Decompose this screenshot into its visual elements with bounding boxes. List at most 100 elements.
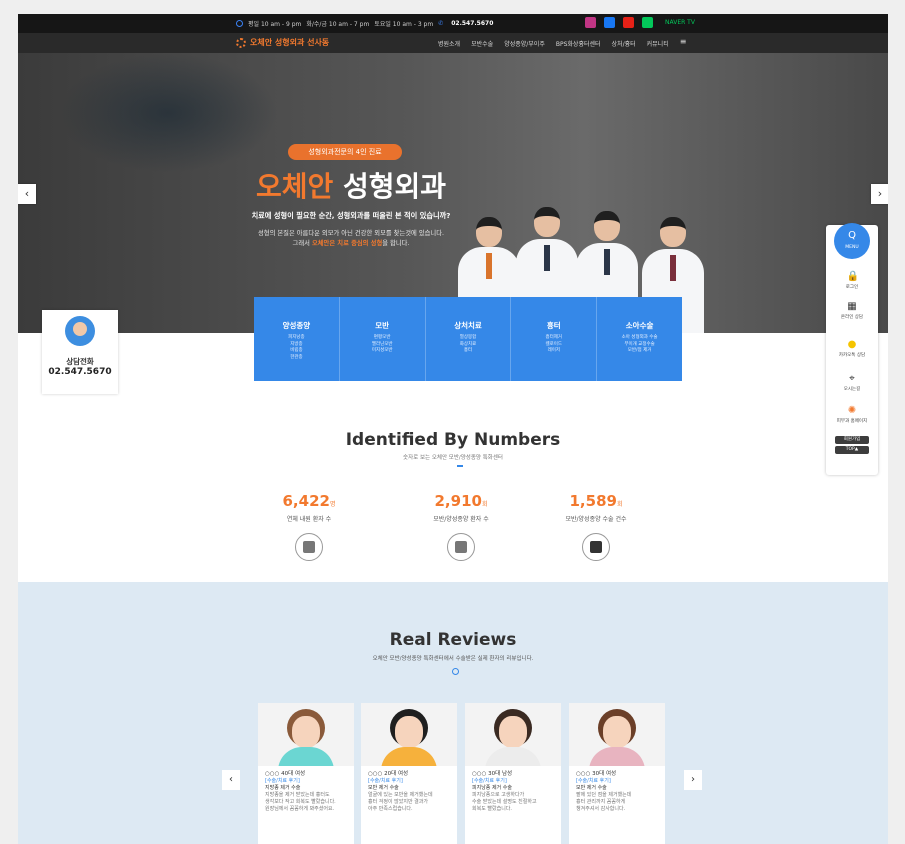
doctor-head	[660, 217, 686, 247]
category-nevus[interactable]: 모반 편평모반 멜라닌모반 미지성모반	[340, 297, 426, 381]
blog-icon[interactable]	[642, 17, 653, 28]
doctor-tie	[604, 249, 610, 275]
login-link[interactable]: 🔒 로그인	[826, 271, 878, 290]
reviewer-face	[292, 716, 320, 748]
logo[interactable]: 오체안 성형외과 선사동	[236, 37, 329, 48]
reviewer-body	[589, 747, 645, 766]
hero-prev-button[interactable]: ‹	[18, 184, 36, 204]
reviewer-body	[485, 747, 541, 766]
quick-menu: Q MENU 🔒 로그인 ▦ 온라인 상담 ● 카카오톡 상담 ⌖ 오시는길 ✺ 피부과 홈…	[826, 223, 878, 475]
review-text-line: 생각보다 작고 회복도 빨랐습니다.	[265, 799, 336, 805]
nav-item-bps[interactable]: BPS화상흉터센터	[556, 39, 601, 48]
review-text-line: 흉터 걱정이 많았지만 결과가	[368, 799, 428, 805]
category-item: 한관종	[290, 354, 303, 360]
main-menu: 병원소개 모반수술 양성종양/부이주 BPS화상흉터센터 상처/흉터 커뮤니티 …	[438, 38, 687, 49]
category-scar[interactable]: 흉터 흉터제거 켈로이드 레이저	[511, 297, 598, 381]
reviewer-illustration	[465, 703, 561, 766]
hero-desc-accent: 오체안은 치료 중심의 성형	[311, 240, 383, 247]
reviewer-name: ○○○ 40대 여성	[265, 771, 306, 777]
nav-item-about[interactable]: 병원소개	[438, 39, 460, 48]
hours-midweek: 화/수/금 10 am - 7 pm	[306, 21, 370, 28]
review-body: ○○○ 40대 여성 [수술/치료 후기] 지방종 제거 수술 지방종을 제거 받았는…	[258, 766, 354, 818]
stat-surgeries: 1,589회 모반/양성종양 수술 건수	[526, 492, 666, 561]
review-text-line: 팔에 있던 점을 제거했는데	[576, 792, 632, 798]
circle-icon	[452, 668, 459, 675]
instagram-icon[interactable]	[585, 17, 596, 28]
consultant-avatar	[65, 316, 95, 346]
review-procedure: 모반 제거 수술	[368, 785, 399, 791]
menu-icon: Q	[848, 230, 856, 241]
derma-homepage-link[interactable]: ✺ 피부과 홈페이지	[826, 405, 878, 424]
review-card[interactable]: ○○○ 40대 여성 [수술/치료 후기] 지방종 제거 수술 지방종을 제거 받았는…	[258, 703, 354, 844]
nav-item-scar[interactable]: 상처/흉터	[612, 39, 636, 48]
hospital-icon	[295, 533, 323, 561]
phone-icon: ✆	[438, 20, 444, 27]
stat-number: 1,589	[569, 492, 617, 510]
review-tag: [수술/치료 후기]	[472, 778, 507, 784]
top-button[interactable]: TOP▲	[835, 446, 869, 454]
menu-button[interactable]: Q MENU	[834, 223, 870, 259]
reviewer-illustration	[569, 703, 665, 766]
review-card[interactable]: ○○○ 30대 여성 [수술/치료 후기] 모반 제거 수술 팔에 있던 점을 제거했…	[569, 703, 665, 844]
reviews-section: Real Reviews 오체안 모반/양성종양 특화센터에서 수술받은 실제 …	[18, 582, 888, 844]
directions-link[interactable]: ⌖ 오시는길	[826, 373, 878, 392]
hero-banner: 성형외과전문의 4인 진료 오체안 성형외과 치료에 성형이 필요한 순간, 성…	[18, 53, 888, 333]
category-title: 소아수술	[625, 321, 654, 330]
reviewer-face	[499, 716, 527, 748]
logo-text: 오체안 성형외과 선사동	[250, 38, 330, 47]
category-title: 모반	[375, 321, 390, 330]
reviews-next-button[interactable]: ›	[684, 770, 702, 790]
top-phone: 02.547.5670	[451, 20, 494, 27]
nav-item-community[interactable]: 커뮤니티	[647, 39, 669, 48]
doctor-head	[476, 217, 502, 247]
side-label: 로그인	[845, 285, 859, 290]
doctor-tie	[486, 253, 492, 279]
reviewer-illustration	[361, 703, 457, 766]
social-links: NAVER TV	[585, 17, 695, 28]
category-title: 흉터	[546, 321, 561, 330]
review-card[interactable]: ○○○ 30대 남성 [수술/치료 후기] 피지낭종 제거 수술 피지낭종으로 고생하…	[465, 703, 561, 844]
review-body: ○○○ 20대 여성 [수술/치료 후기] 모반 제거 수술 얼굴에 있는 모반을 제…	[361, 766, 457, 818]
category-pediatric[interactable]: 소아수술 소아 성형외과 수술 부이개 교정수술 모반/점 제거	[597, 297, 682, 381]
hours-weekday: 평일 10 am - 9 pm	[248, 21, 302, 28]
stat-label: 모반/양성종양 환자 수	[433, 516, 489, 523]
reviews-subtitle: 오체안 모반/양성종양 특화센터에서 수술받은 실제 환자의 리뷰입니다.	[372, 656, 534, 662]
review-text-line: 아주 만족스럽습니다.	[368, 806, 413, 812]
hours-saturday: 토요일 10 am - 3 pm	[374, 21, 434, 28]
flower-icon: ✺	[847, 405, 857, 416]
virus-icon	[447, 533, 475, 561]
online-consult-link[interactable]: ▦ 온라인 상담	[826, 301, 878, 320]
category-title: 상처치료	[454, 321, 482, 330]
consult-phone-widget[interactable]: 상담전화 02.547.5670	[42, 310, 118, 394]
cell-icon	[582, 533, 610, 561]
logo-icon	[236, 37, 246, 48]
hamburger-icon[interactable]: ≡	[680, 38, 687, 48]
facebook-icon[interactable]	[604, 17, 615, 28]
top-bar: 평일 10 am - 9 pm 화/수/금 10 am - 7 pm 토요일 1…	[18, 14, 888, 33]
hero-next-button[interactable]: ›	[871, 184, 888, 204]
reviewer-body	[278, 747, 334, 766]
hero-badge: 성형외과전문의 4인 진료	[288, 144, 402, 160]
clock-icon	[236, 20, 243, 27]
youtube-icon[interactable]	[623, 17, 634, 28]
nav-item-nevus[interactable]: 모반수술	[471, 39, 493, 48]
hero-desc-post: 을 합니다.	[382, 240, 410, 247]
hero-subtitle: 치료에 성형이 필요한 순간, 성형외과를 떠올린 본 적이 있습니까?	[251, 211, 451, 220]
business-hours: 평일 10 am - 9 pm 화/수/금 10 am - 7 pm 토요일 1…	[236, 19, 493, 28]
category-benign-tumor[interactable]: 양성종양 피지낭종 지방종 비립종 한관종	[254, 297, 340, 381]
reviews-prev-button[interactable]: ‹	[222, 770, 240, 790]
stat-number: 6,422	[282, 492, 330, 510]
review-text-line: 얼굴에 있는 모반을 제거했는데	[368, 792, 433, 798]
stat-value: 2,910회	[391, 492, 531, 510]
category-wound-care[interactable]: 상처치료 열상봉합 화상치료 흉터	[426, 297, 512, 381]
calendar-icon: ▦	[847, 301, 857, 312]
review-card[interactable]: ○○○ 20대 여성 [수술/치료 후기] 모반 제거 수술 얼굴에 있는 모반을 제…	[361, 703, 457, 844]
kakao-consult-link[interactable]: ● 카카오톡 상담	[826, 339, 878, 358]
review-text-line: 챙겨주셔서 감사합니다.	[576, 806, 626, 812]
nav-item-tumor[interactable]: 양성종양/부이주	[504, 39, 545, 48]
naver-tv-link[interactable]: NAVER TV	[665, 19, 695, 26]
join-button[interactable]: 회원가입	[835, 436, 869, 444]
review-tag: [수술/치료 후기]	[576, 778, 611, 784]
review-procedure: 피지낭종 제거 수술	[472, 785, 512, 791]
stat-unit: 회	[616, 501, 623, 508]
